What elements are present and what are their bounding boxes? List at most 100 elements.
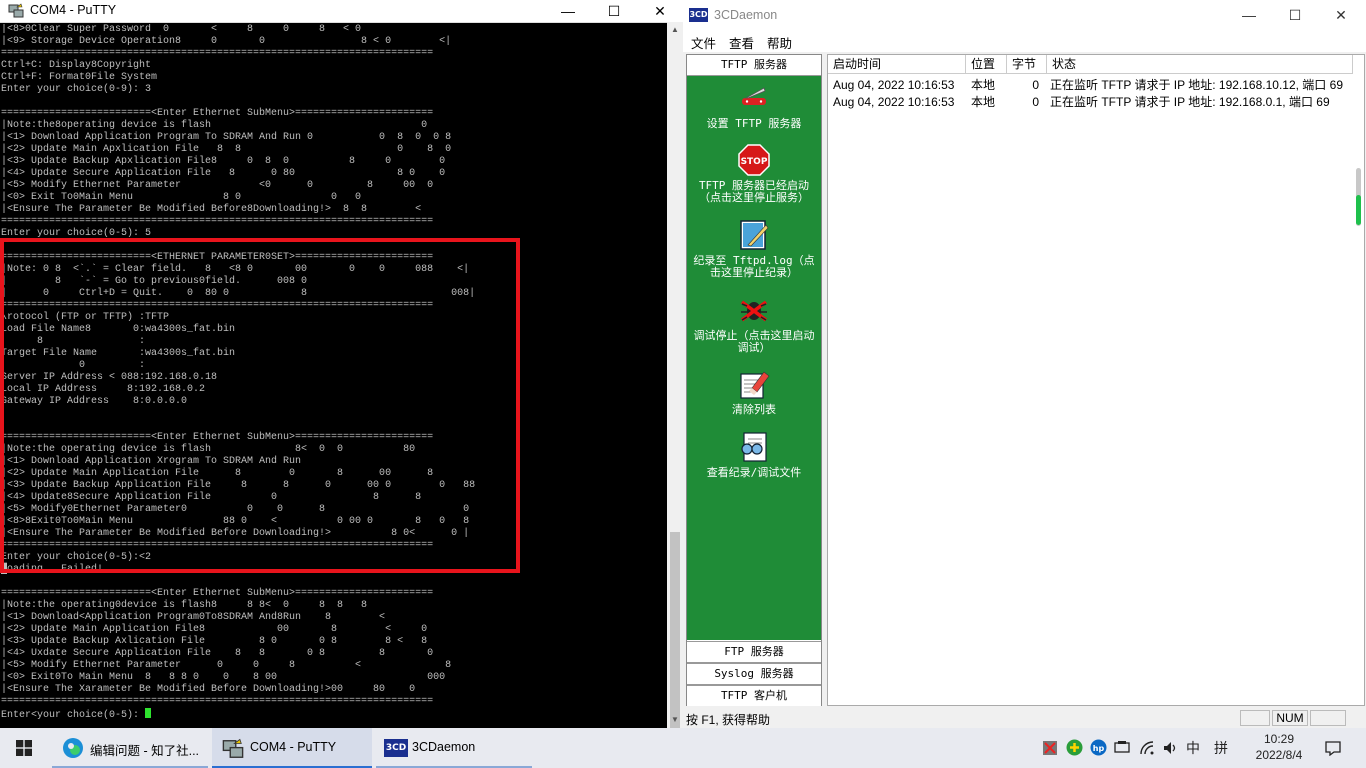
setup-tftp-server-label: 设置 TFTP 服务器 <box>706 117 802 130</box>
network-warning-icon[interactable] <box>1042 740 1058 756</box>
taskbar-item-3cdaemon[interactable]: 3CD 3CDaemon <box>376 728 532 768</box>
ime-language-indicator[interactable]: 中 <box>1186 738 1200 758</box>
3cdaemon-app-icon: 3CD <box>689 8 708 22</box>
maximize-button[interactable]: ☐ <box>591 0 637 22</box>
setup-tftp-server-item[interactable]: 设置 TFTP 服务器 <box>687 82 821 130</box>
putty-titlebar[interactable]: COM4 - PuTTY — ☐ ✕ <box>0 0 683 23</box>
stop-tftp-server-label: TFTP 服务器已经启动（点击这里停止服务） <box>698 179 810 204</box>
terminal-line: |<8>8Exit0To0Main Menu 88 0 < 0 00 0 8 0… <box>1 516 470 527</box>
clock[interactable]: 10:29 2022/8/4 <box>1246 732 1312 764</box>
terminal-prompt: Enter<your choice(0-5): <box>1 710 146 721</box>
terminal-line: |<4> Update8Secure Application File 0 8 … <box>1 492 422 503</box>
cell-location: 本地 <box>971 95 996 109</box>
table-row[interactable]: Aug 04, 2022 10:16:53 本地 0 正在监听 TFTP 请求于… <box>828 77 1348 94</box>
tab-tftp-client[interactable]: TFTP 客户机 <box>687 685 821 706</box>
close-button[interactable]: ✕ <box>637 0 683 22</box>
scrollbar-indicator <box>1356 195 1361 225</box>
status-num-lock: NUM <box>1272 710 1308 726</box>
keyboard-input-icon[interactable] <box>1114 740 1130 754</box>
volume-icon[interactable] <box>1162 740 1178 756</box>
terminal-line: |<5> Modify Ethernet Parameter <0 0 8 00… <box>1 180 434 191</box>
column-header-start-time[interactable]: 启动时间 <box>828 55 966 74</box>
terminal-line: |<8>0Clear Super Password 0 < 8 0 8 < 0 <box>1 24 362 35</box>
tab-ftp-server[interactable]: FTP 服务器 <box>687 641 821 663</box>
event-log-list[interactable]: 启动时间 位置 字节 状态 Aug 04, 2022 10:16:53 本地 0… <box>827 54 1365 706</box>
terminal-scrollbar[interactable]: ▲ ▼ <box>667 22 683 728</box>
3cdaemon-titlebar[interactable]: 3CD 3CDaemon — ☐ ✕ <box>683 0 1366 30</box>
clock-time: 10:29 <box>1263 732 1295 746</box>
terminal-line: |<2> Update Main Application File 8 0 8 … <box>1 468 434 479</box>
terminal-line: 8 : <box>1 336 146 347</box>
terminal-line: |<0> Exit To0Main Menu 8 0 0 0 <box>1 192 362 203</box>
log-to-file-label: 纪录至 Tftpd.log（点击这里停止纪录） <box>693 254 815 279</box>
terminal-line: |<Ensure The Parameter Be Modified Befor… <box>1 204 422 215</box>
terminal-line: |<9> Storage Device Operation8 0 0 8 < 0… <box>1 36 452 47</box>
tab-syslog-server[interactable]: Syslog 服务器 <box>687 663 821 685</box>
notification-center-icon[interactable] <box>1325 740 1341 756</box>
column-header-status[interactable]: 状态 <box>1047 55 1353 74</box>
putty-icon <box>222 738 244 758</box>
stop-tftp-server-item[interactable]: STOP TFTP 服务器已经启动（点击这里停止服务） <box>687 144 821 204</box>
putty-icon <box>8 3 24 18</box>
terminal-line: |<5> Modify0Ethernet Parameter0 0 0 8 0 <box>1 504 470 515</box>
terminal-line: 0 : <box>1 360 146 371</box>
terminal-line: |<3> Update Backup Application File 8 8 … <box>1 480 476 491</box>
menu-help[interactable]: 帮助 <box>767 33 792 52</box>
notepad-icon <box>740 220 769 250</box>
ime-mode-indicator[interactable]: 拼 <box>1214 738 1228 758</box>
scroll-down-arrow-icon[interactable]: ▼ <box>667 712 683 728</box>
terminal-prompt-line[interactable]: Enter<your choice(0-5): <box>0 708 667 721</box>
status-bar: 按 F1, 获得帮助 NUM <box>683 708 1366 728</box>
terminal-line: Gateway IP Address 8:0.0.0.0 <box>1 396 188 407</box>
putty-title: COM4 - PuTTY <box>30 3 117 17</box>
security-shield-icon[interactable] <box>1066 739 1083 756</box>
cell-status: 正在监听 TFTP 请求于 IP 地址: 192.168.0.1, 端口 69 <box>1050 95 1330 109</box>
status-pane-scroll <box>1310 710 1346 726</box>
terminal-line: Ctrl+C: Display8Copyright <box>1 60 152 71</box>
menu-view[interactable]: 查看 <box>729 33 754 52</box>
terminal-line: |<3> Update Backup Axlication File 8 0 0… <box>1 636 428 647</box>
column-header-location[interactable]: 位置 <box>966 55 1007 74</box>
minimize-button[interactable]: — <box>545 0 591 22</box>
putty-window: COM4 - PuTTY — ☐ ✕ |<8>0Clear Super Pass… <box>0 0 683 728</box>
terminal-line: |<Ensure The Parameter Be Modified Befor… <box>1 528 470 539</box>
terminal-line: ========================================… <box>1 300 434 311</box>
close-button[interactable]: ✕ <box>1318 4 1364 26</box>
maximize-button[interactable]: ☐ <box>1272 4 1318 26</box>
taskbar-item-putty[interactable]: COM4 - PuTTY <box>212 728 372 768</box>
terminal-line: |<Ensure The Xarameter Be Modified Befor… <box>1 684 416 695</box>
start-button[interactable] <box>0 728 48 768</box>
terminal-line: Enter your choice(0-5):<2 <box>1 552 152 563</box>
tab-tftp-server[interactable]: TFTP 服务器 <box>687 55 821 76</box>
scrollbar-thumb[interactable] <box>670 532 680 728</box>
table-row[interactable]: Aug 04, 2022 10:16:53 本地 0 正在监听 TFTP 请求于… <box>828 94 1348 111</box>
debug-toggle-item[interactable]: 调试停止（点击这里启动调试） <box>687 294 821 354</box>
log-to-file-item[interactable]: 纪录至 Tftpd.log（点击这里停止纪录） <box>687 219 821 279</box>
knife-settings-icon <box>742 87 766 105</box>
terminal-line: |Note: 0 8 <`.` = Clear field. 8 <8 0 00… <box>1 264 470 275</box>
terminal-line: =========================<Enter Ethernet… <box>1 108 434 119</box>
clear-list-item[interactable]: 清除列表 <box>687 368 821 416</box>
minimize-button[interactable]: — <box>1226 4 1272 26</box>
3cdaemon-title: 3CDaemon <box>714 8 778 22</box>
edge-browser-icon <box>63 738 83 758</box>
service-sidebar: TFTP 服务器 设置 TFTP 服务器 STOP TFTP 服务器已经启动（点… <box>686 54 822 706</box>
terminal-line: |<1> Download Application Program To SDR… <box>1 132 452 143</box>
terminal-line: ========================================… <box>1 216 434 227</box>
taskbar-item-edge[interactable]: 编辑问题 - 知了社... <box>52 728 208 768</box>
scroll-up-arrow-icon[interactable]: ▲ <box>667 22 683 38</box>
terminal-output[interactable]: |<8>0Clear Super Password 0 < 8 0 8 < 0 |… <box>0 24 667 728</box>
column-header-bytes[interactable]: 字节 <box>1007 55 1047 74</box>
cell-location: 本地 <box>971 78 996 92</box>
view-log-item[interactable]: 查看纪录/调试文件 <box>687 431 821 479</box>
wifi-icon[interactable] <box>1139 740 1155 756</box>
hp-support-icon[interactable]: hp <box>1090 739 1107 756</box>
view-log-icon <box>741 432 767 462</box>
menu-file[interactable]: 文件 <box>691 33 716 52</box>
log-scrollbar[interactable] <box>1353 55 1364 705</box>
terminal-line: Enter your choice(0-5): 5 <box>1 228 152 239</box>
menu-bar: 文件 查看 帮助 <box>683 30 1366 52</box>
terminal-line: ========================================… <box>1 48 434 59</box>
